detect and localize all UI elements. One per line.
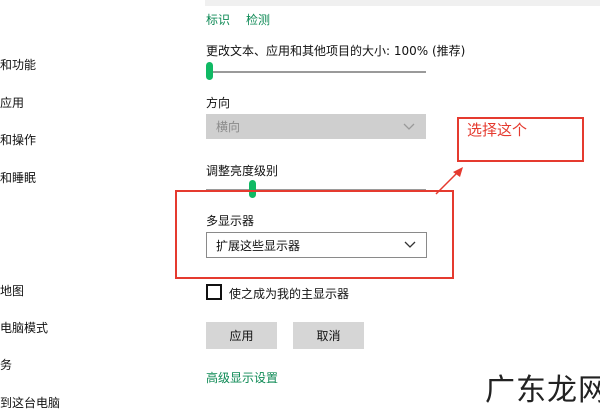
sidebar-item-tablet-mode[interactable]: 电脑模式 (0, 319, 48, 336)
scale-label: 更改文本、应用和其他项目的大小: 100% (推荐) (206, 44, 466, 58)
identify-link[interactable]: 标识 (206, 11, 230, 28)
sidebar-item-apps-features[interactable]: 和功能 (0, 56, 36, 73)
sidebar-item-power-sleep[interactable]: 和睡眠 (0, 169, 36, 186)
apply-button[interactable]: 应用 (206, 322, 277, 349)
detect-link[interactable]: 检测 (246, 11, 270, 28)
scale-slider-track[interactable] (206, 71, 426, 73)
scale-slider-thumb[interactable] (206, 62, 213, 80)
top-strip (205, 0, 600, 6)
cancel-button[interactable]: 取消 (293, 322, 364, 349)
brightness-label: 调整亮度级别 (206, 164, 279, 178)
orientation-selected-value: 横向 (216, 120, 241, 134)
sidebar-item-default-apps[interactable]: 应用 (0, 94, 24, 111)
sidebar-item-project-to-pc[interactable]: 到这台电脑 (0, 394, 60, 411)
main-display-checkbox-label: 使之成为我的主显示器 (229, 287, 350, 301)
highlight-box (175, 190, 454, 279)
advanced-display-settings-link[interactable]: 高级显示设置 (206, 369, 278, 386)
watermark-logo: 广东龙网 (485, 373, 600, 408)
orientation-dropdown[interactable]: 横向 (206, 114, 426, 139)
annotation-text: 选择这个 (467, 121, 528, 139)
chevron-down-icon (403, 123, 415, 130)
sidebar-item-multitasking[interactable]: 务 (0, 356, 12, 373)
main-display-checkbox[interactable] (206, 284, 222, 300)
orientation-label: 方向 (206, 96, 231, 110)
sidebar-item-notifications-actions[interactable]: 和操作 (0, 131, 36, 148)
sidebar-item-offline-maps[interactable]: 地图 (0, 282, 24, 299)
annotation-arrow-icon (435, 167, 463, 195)
